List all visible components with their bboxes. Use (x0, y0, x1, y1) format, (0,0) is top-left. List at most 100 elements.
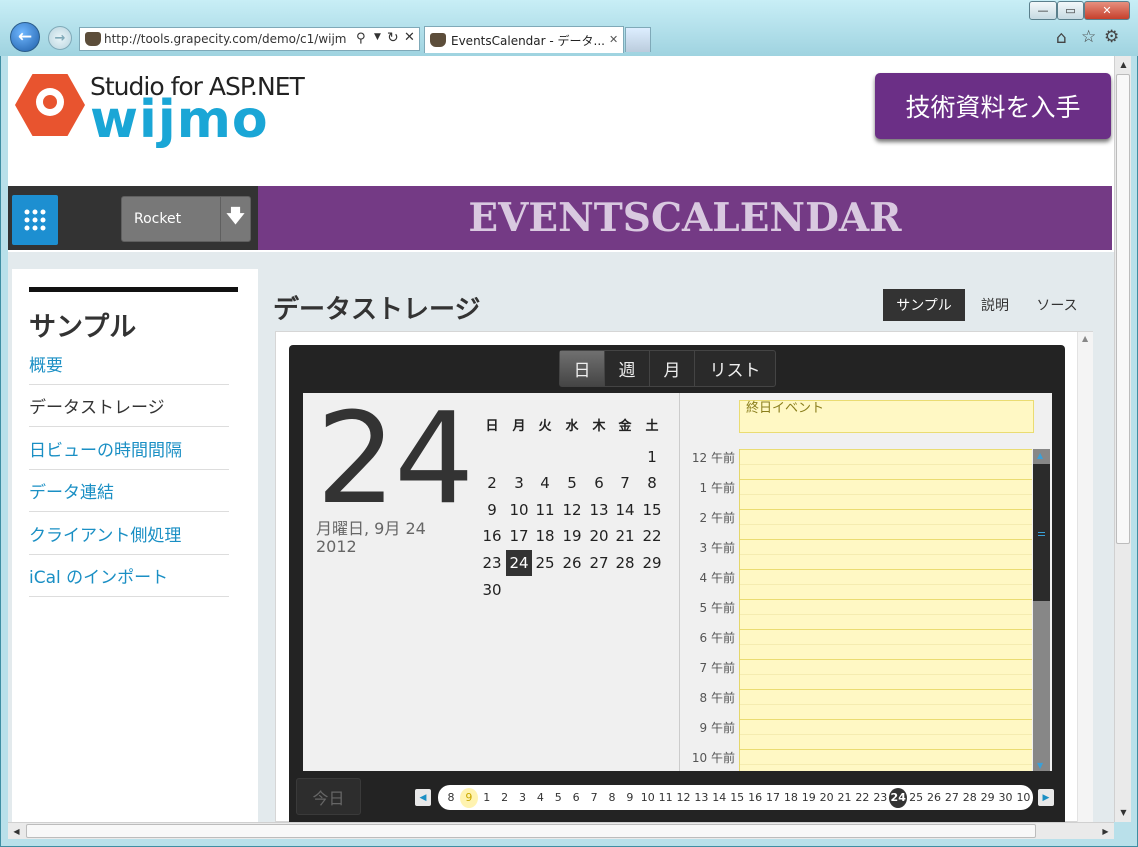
search-icon[interactable]: ⚲ (356, 31, 366, 46)
scroll-up-icon[interactable]: ▲ (1082, 334, 1088, 343)
strip-day[interactable]: 19 (800, 788, 818, 808)
scroll-right-icon[interactable]: ▶ (1097, 823, 1114, 840)
month-day[interactable]: 18 (532, 523, 558, 549)
month-day[interactable]: 30 (479, 577, 505, 603)
month-day[interactable]: 11 (532, 497, 558, 523)
month-day[interactable]: 3 (506, 470, 532, 496)
sidebar-item-ical-import[interactable]: iCal のインポート (29, 555, 229, 597)
month-day[interactable]: 27 (586, 550, 612, 576)
month-day[interactable]: 15 (639, 497, 665, 523)
strip-day[interactable]: 2 (496, 788, 514, 808)
strip-day[interactable]: 26 (925, 788, 943, 808)
strip-day[interactable]: 5 (549, 788, 567, 808)
month-day[interactable]: 7 (612, 470, 638, 496)
month-day[interactable]: 25 (532, 550, 558, 576)
strip-day[interactable]: 10 (1015, 788, 1033, 808)
scroll-down-icon[interactable]: ▼ (1037, 761, 1043, 770)
month-day[interactable]: 17 (506, 523, 532, 549)
month-day[interactable]: 21 (612, 523, 638, 549)
scroll-up-icon[interactable]: ▲ (1037, 451, 1043, 460)
strip-day[interactable]: 23 (871, 788, 889, 808)
all-day-events-row[interactable]: 終日イベント (739, 400, 1034, 433)
month-day[interactable]: 22 (639, 523, 665, 549)
maximize-button[interactable]: ▭ (1057, 1, 1084, 20)
month-day[interactable]: 1 (639, 444, 665, 470)
demo-frame-scrollbar[interactable]: ▲ (1077, 332, 1093, 822)
back-button[interactable]: ← (10, 22, 40, 52)
strip-day[interactable]: 15 (728, 788, 746, 808)
sidebar-item-data-binding[interactable]: データ連結 (29, 470, 229, 512)
sidebar-item-client-processing[interactable]: クライアント側処理 (29, 513, 229, 555)
month-day[interactable]: 28 (612, 550, 638, 576)
month-day[interactable]: 20 (586, 523, 612, 549)
month-day[interactable]: 23 (479, 550, 505, 576)
strip-day[interactable]: 16 (746, 788, 764, 808)
strip-day[interactable]: 22 (853, 788, 871, 808)
strip-day[interactable]: 8 (442, 788, 460, 808)
tab-close-icon[interactable]: ✕ (609, 33, 618, 46)
month-day[interactable]: 16 (479, 523, 505, 549)
get-documents-button[interactable]: 技術資料を入手 (875, 73, 1111, 139)
today-button[interactable]: 今日 (296, 778, 361, 815)
month-day[interactable]: 10 (506, 497, 532, 523)
strip-day[interactable]: 20 (818, 788, 836, 808)
refresh-icon[interactable]: ↻ (387, 30, 399, 46)
strip-day[interactable]: 8 (603, 788, 621, 808)
strip-day[interactable]: 30 (997, 788, 1015, 808)
page-hscroll-thumb[interactable] (26, 824, 1036, 838)
month-day-selected[interactable]: 24 (506, 550, 532, 576)
next-day-button[interactable]: ▶ (1038, 789, 1054, 806)
page-horizontal-scrollbar[interactable]: ◀ ▶ (8, 822, 1114, 839)
month-day[interactable]: 9 (479, 497, 505, 523)
month-day[interactable]: 29 (639, 550, 665, 576)
sidebar-item-overview[interactable]: 概要 (29, 343, 229, 385)
chevron-down-icon[interactable]: ▼ (374, 32, 381, 42)
tab-source[interactable]: ソース (1025, 289, 1089, 321)
strip-day[interactable]: 18 (782, 788, 800, 808)
strip-day[interactable]: 17 (764, 788, 782, 808)
strip-day[interactable]: 27 (943, 788, 961, 808)
app-menu-button[interactable] (12, 195, 58, 245)
strip-day-selected[interactable]: 24 (889, 787, 908, 808)
minimize-button[interactable]: — (1029, 1, 1057, 20)
month-day[interactable]: 4 (532, 470, 558, 496)
month-day[interactable]: 2 (479, 470, 505, 496)
month-day[interactable]: 14 (612, 497, 638, 523)
close-window-button[interactable]: ✕ (1084, 1, 1130, 20)
month-day[interactable]: 8 (639, 470, 665, 496)
tab-description[interactable]: 説明 (971, 289, 1019, 321)
strip-day[interactable]: 28 (961, 788, 979, 808)
strip-day[interactable]: 6 (567, 788, 585, 808)
day-grid-scroll-thumb[interactable] (1033, 464, 1050, 601)
theme-select[interactable]: Rocket 🡇 (121, 196, 251, 242)
scroll-up-icon[interactable]: ▲ (1115, 56, 1132, 73)
favorites-star-icon[interactable]: ☆ (1081, 27, 1096, 47)
strip-day[interactable]: 9 (621, 788, 639, 808)
scroll-left-icon[interactable]: ◀ (8, 823, 25, 840)
view-tab-week[interactable]: 週 (605, 351, 650, 386)
month-day[interactable]: 13 (586, 497, 612, 523)
sidebar-item-day-view-interval[interactable]: 日ビューの時間間隔 (29, 428, 229, 470)
month-day[interactable]: 12 (559, 497, 585, 523)
strip-day[interactable]: 1 (478, 788, 496, 808)
strip-day[interactable]: 7 (585, 788, 603, 808)
home-icon[interactable]: ⌂ (1056, 28, 1067, 48)
page-scroll-thumb[interactable] (1116, 74, 1130, 544)
view-tab-day[interactable]: 日 (560, 351, 605, 386)
forward-button[interactable]: → (48, 26, 72, 50)
month-day[interactable]: 6 (586, 470, 612, 496)
month-day[interactable]: 19 (559, 523, 585, 549)
stop-icon[interactable]: ✕ (404, 30, 415, 45)
day-time-grid[interactable] (739, 449, 1032, 771)
scroll-down-icon[interactable]: ▼ (1115, 804, 1132, 821)
strip-day[interactable]: 11 (657, 788, 675, 808)
strip-day[interactable]: 29 (979, 788, 997, 808)
strip-day[interactable]: 13 (692, 788, 710, 808)
strip-day[interactable]: 3 (514, 788, 532, 808)
new-tab-button[interactable] (625, 27, 651, 52)
strip-day[interactable]: 14 (710, 788, 728, 808)
month-day[interactable]: 5 (559, 470, 585, 496)
strip-day[interactable]: 21 (836, 788, 854, 808)
prev-day-button[interactable]: ◀ (415, 789, 431, 806)
browser-tab[interactable]: EventsCalendar - データ... ✕ (424, 26, 624, 53)
